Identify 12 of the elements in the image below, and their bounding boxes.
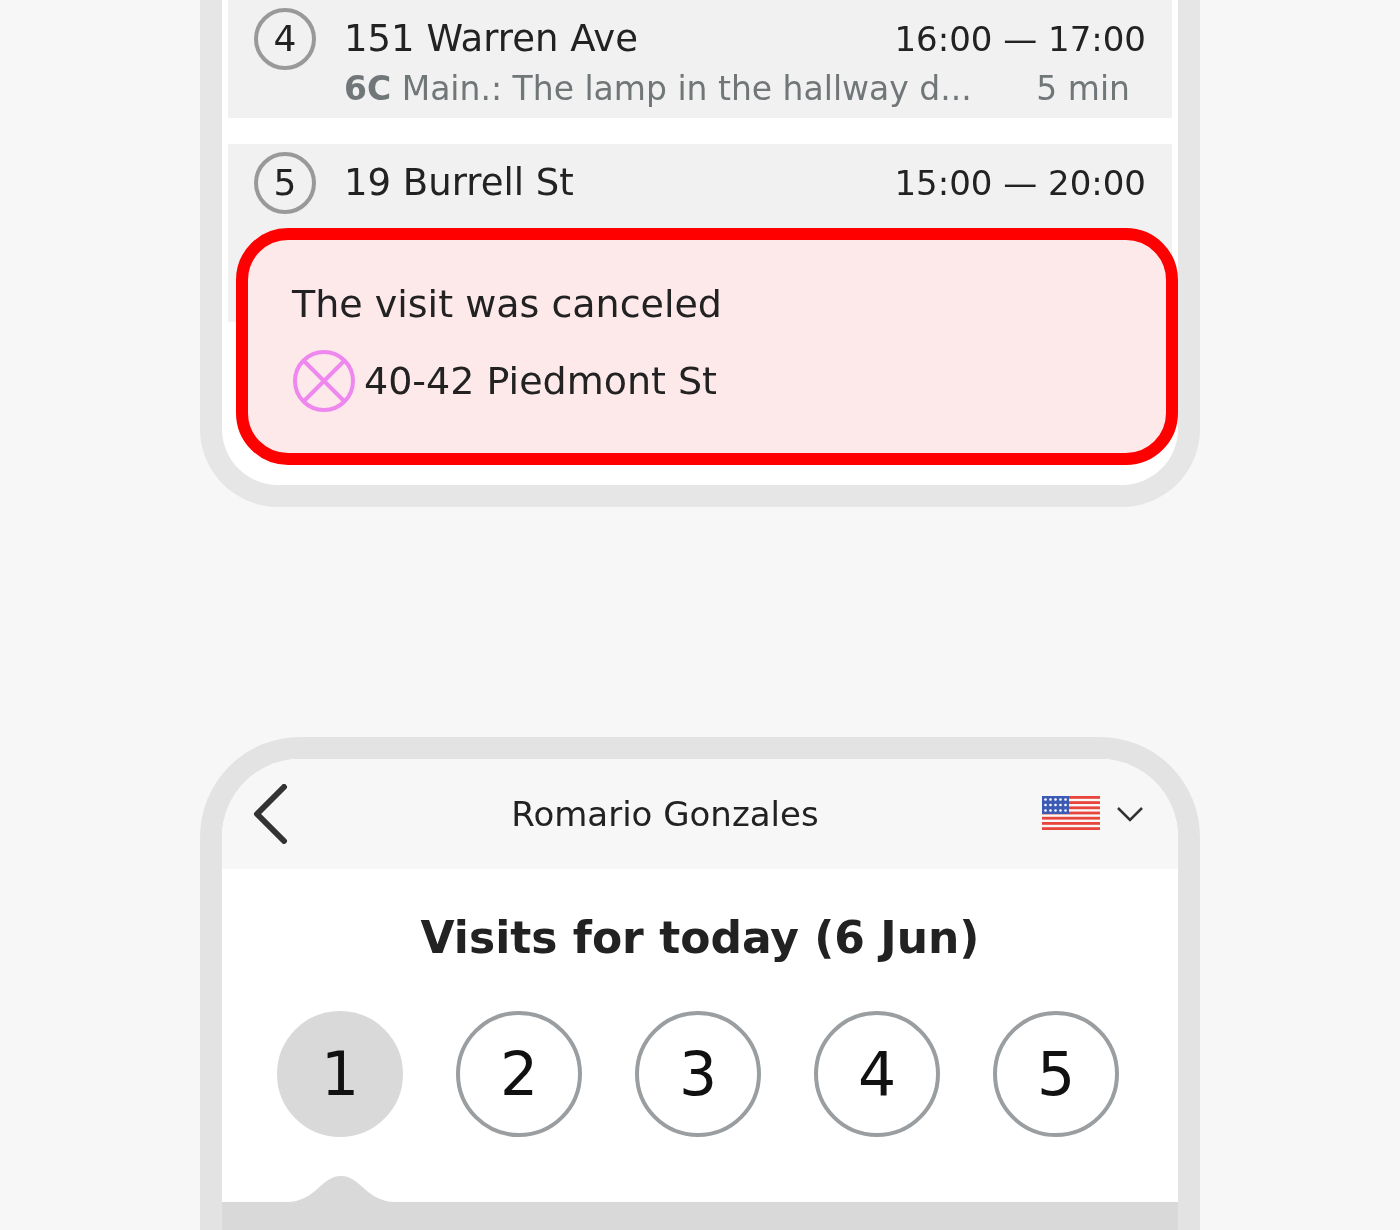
page-heading: Visits for today (6 Jun) [419, 911, 981, 965]
visit-time: 16:00 — 17:00 [894, 17, 1146, 61]
visit-time: 15:00 — 20:00 [894, 161, 1146, 205]
visit-note: 6C Main.: The lamp in the hallway d... [344, 68, 972, 110]
number-badge: 5 [254, 152, 316, 214]
alert-address: 40-42 Piedmont St [364, 357, 717, 405]
number-badge: 4 [254, 8, 316, 70]
user-name: Romario Gonzales [510, 792, 820, 836]
alert-title: The visit was canceled [292, 281, 723, 328]
visit-address: 19 Burrell St [344, 160, 574, 207]
visit-address: 151 Warren Ave [344, 16, 638, 63]
visit-duration: 5 min [1036, 68, 1130, 110]
